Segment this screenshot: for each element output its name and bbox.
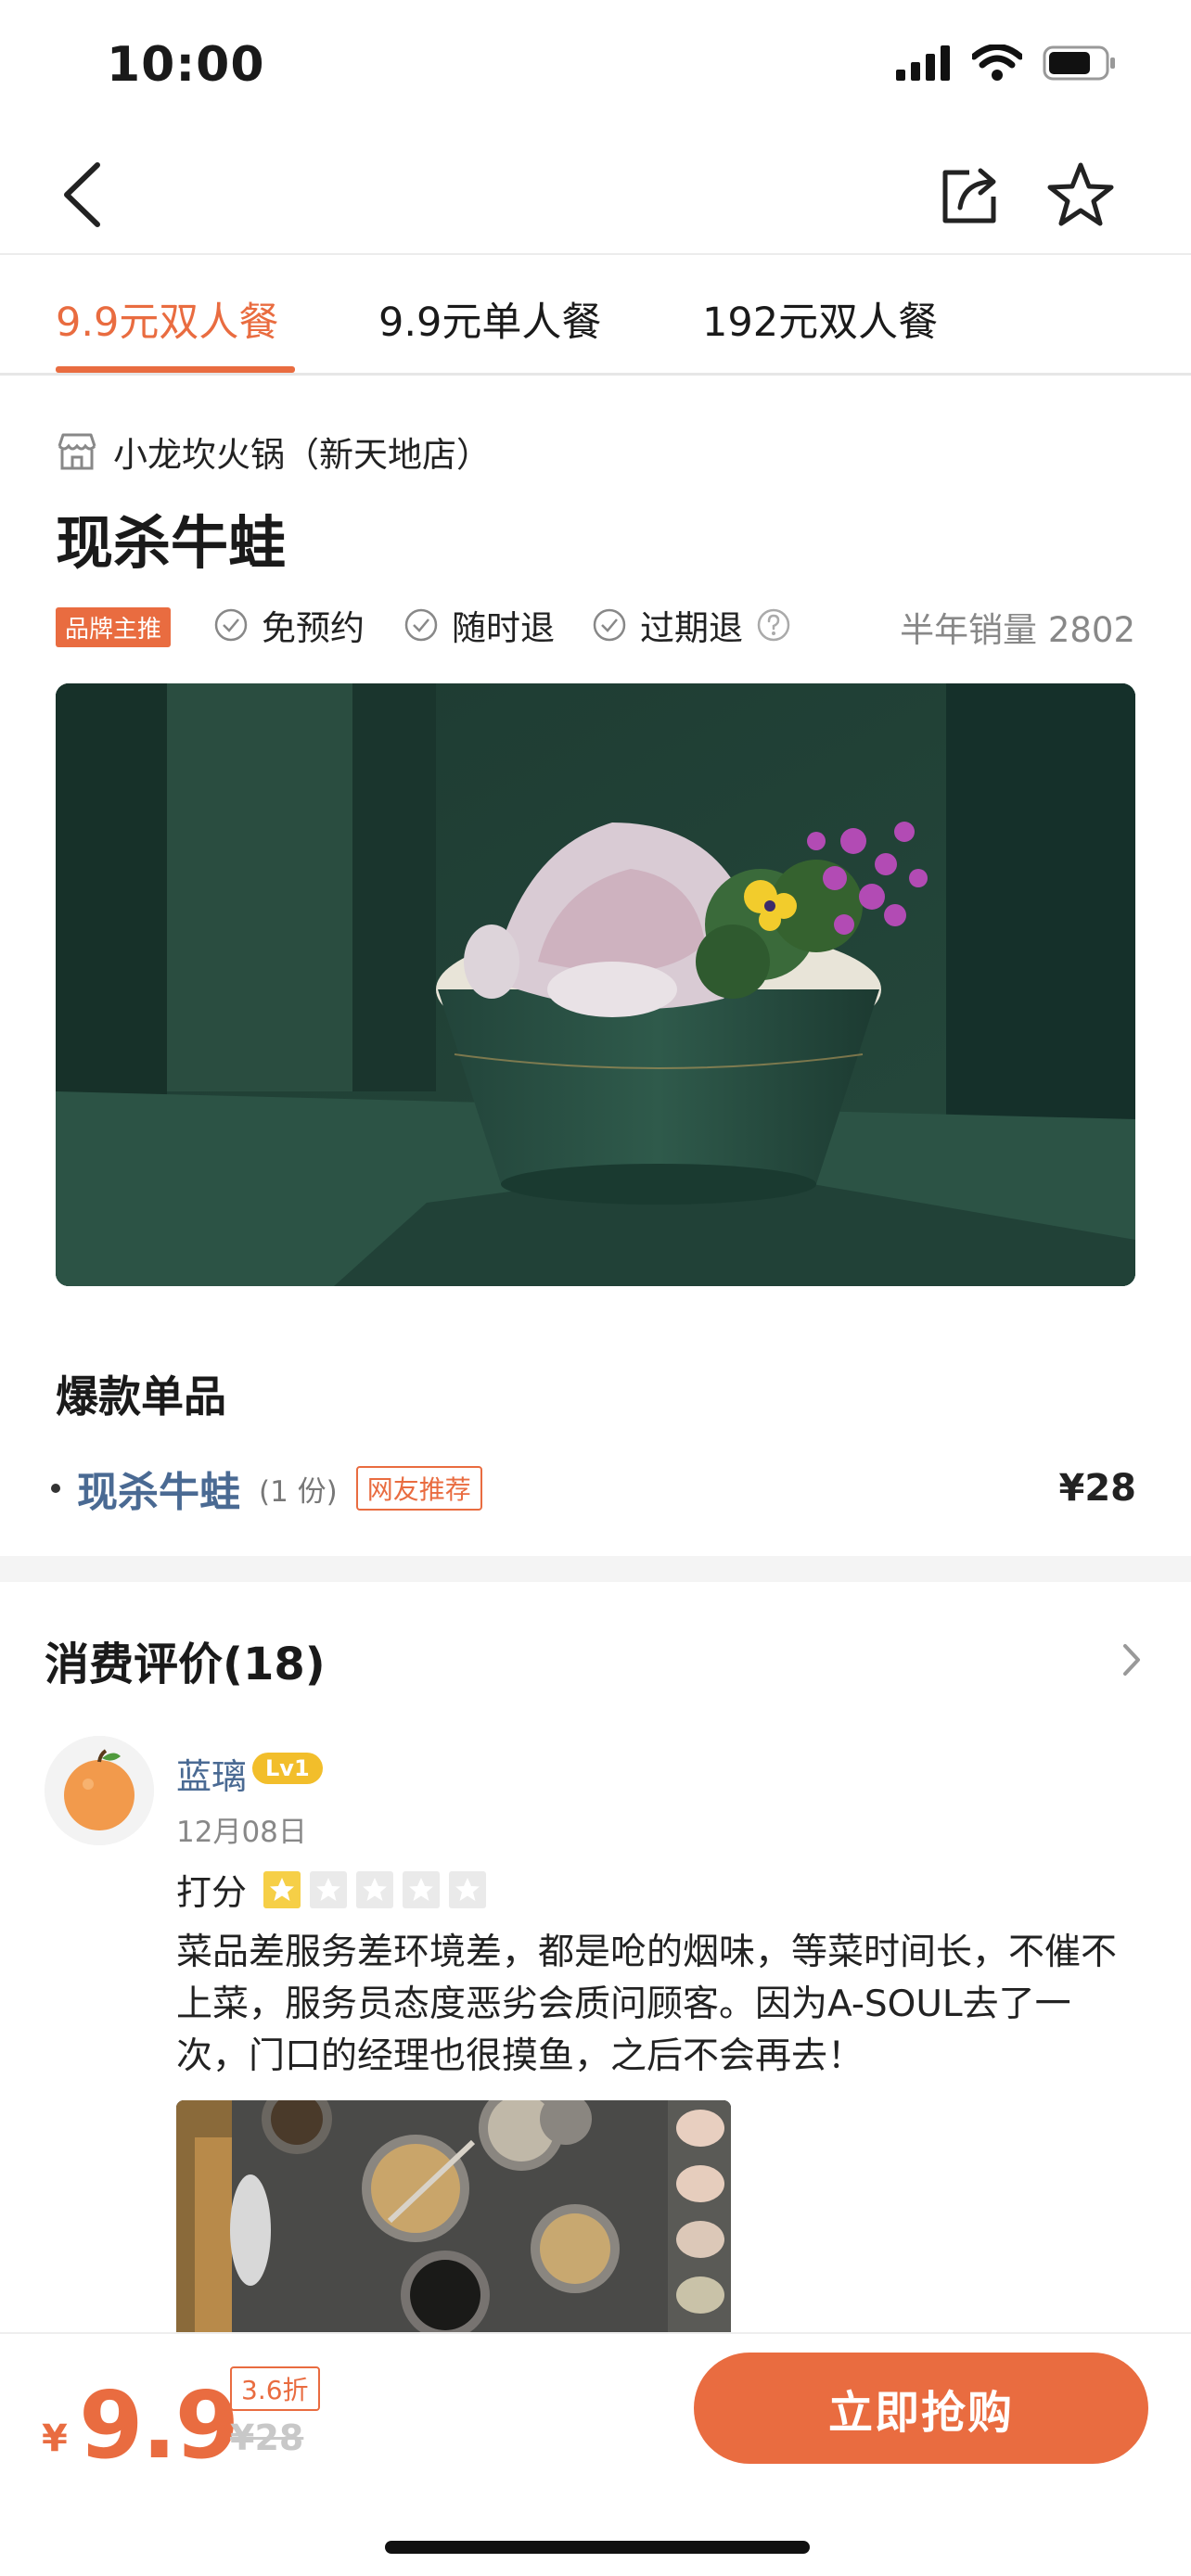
home-indicator[interactable] [385,2541,810,2554]
buy-now-button[interactable]: 立即抢购 [694,2353,1148,2464]
hot-items-title: 爆款单品 [56,1371,226,1422]
help-icon[interactable] [756,607,791,643]
purchase-bar: ¥ 9.9 3.6折 ¥28 立即抢购 [0,2332,1191,2576]
wifi-icon [972,45,1022,81]
shop-name: 小龙坎火锅（新天地店） [113,435,491,475]
orange-avatar-icon [45,1736,154,1845]
current-price: 9.9 [79,2371,239,2480]
review-photo[interactable] [176,2100,731,2337]
star-icon [455,1877,480,1901]
tag-label: 免预约 [262,608,365,648]
tag-label: 随时退 [452,608,555,648]
check-circle-icon [404,608,438,642]
review-photo-image [176,2100,731,2337]
tab-deal-3[interactable]: 192元双人餐 [702,290,938,348]
nav-bar [0,139,1191,255]
item-name: 现杀牛蛙 [77,1469,240,1516]
star-icon [316,1877,341,1901]
star-icon[interactable] [1044,158,1118,232]
tab-active-indicator [56,366,295,373]
deal-hero-image[interactable] [56,683,1135,1286]
section-divider [0,1556,1191,1582]
item-price: ¥28 [1058,1467,1137,1510]
price-currency: ¥ [42,2417,68,2460]
check-circle-icon [593,608,626,642]
discount-badge: 3.6折 [230,2366,320,2411]
rating-star-empty [310,1870,348,1908]
reviewer-name[interactable]: 蓝璃 [176,1748,247,1799]
tab-deal-1[interactable]: 9.9元双人餐 [56,290,278,348]
shop-row[interactable]: 小龙坎火锅（新天地店） [56,427,491,477]
tag-refund-anytime: 随时退 [403,600,555,650]
status-time: 10:00 [107,37,265,93]
tag-refund-expired: 过期退 [592,600,791,650]
share-icon[interactable] [932,158,1006,232]
level-badge: Lv1 [252,1753,323,1784]
avatar[interactable] [45,1736,154,1845]
rating-star-empty [449,1870,487,1908]
brand-badge: 品牌主推 [56,607,172,647]
store-icon [58,433,96,470]
star-icon [270,1877,295,1901]
tag-label: 过期退 [640,608,743,648]
star-icon [363,1877,388,1901]
tag-no-reservation: 免预约 [213,600,365,650]
status-bar: 10:00 [0,0,1191,134]
deal-tabs: 9.9元双人餐 9.9元单人餐 192元双人餐 [0,255,1191,376]
rating-star-empty [356,1870,394,1908]
cellular-signal-icon [896,45,950,81]
back-icon[interactable] [56,158,111,232]
tab-deal-2[interactable]: 9.9元单人餐 [378,290,601,348]
review-date: 12月08日 [176,1816,307,1849]
score-label: 打分 [176,1872,248,1913]
bullfrog-bowl-photo [56,683,1135,1286]
status-icons [896,45,1117,82]
battery-icon [1043,45,1115,81]
check-circle-icon [214,608,248,642]
star-icon [409,1877,434,1901]
rating-star-empty [403,1870,441,1908]
chevron-right-icon[interactable] [1118,1637,1146,1683]
reviews-header[interactable]: 消费评价(18) [45,1627,326,1692]
item-quantity: (1 份) [259,1474,338,1509]
item-recommend-badge: 网友推荐 [355,1466,482,1511]
deal-title: 现杀牛蛙 [56,509,287,577]
hot-item-row[interactable]: 现杀牛蛙 (1 份) 网友推荐 ¥28 [51,1456,1136,1521]
rating-star-filled [263,1870,301,1908]
deal-tags: 品牌主推 免预约 随时退 过期退 半年销量 2802 [56,598,1135,650]
review-text: 菜品差服务差环境差，都是呛的烟味，等菜时间长，不催不上菜，服务员态度恶劣会质问顾… [176,1932,1118,2077]
bullet [51,1484,60,1493]
original-price: ¥28 [230,2417,304,2458]
half-year-sales: 半年销量 2802 [900,610,1135,650]
score-row: 打分 [176,1864,487,1915]
